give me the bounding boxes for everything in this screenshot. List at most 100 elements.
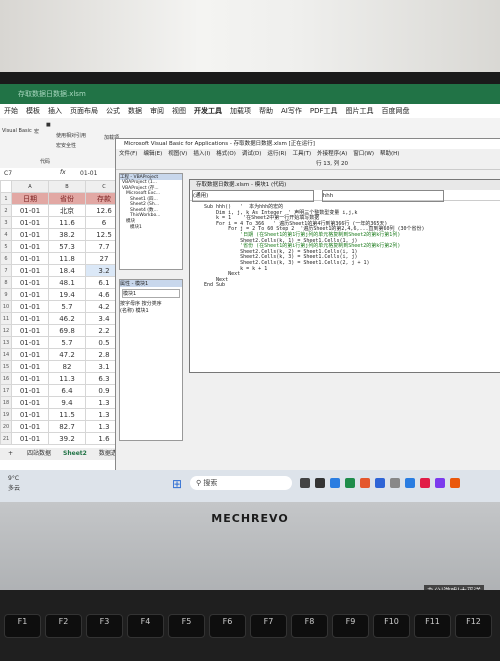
ribbon-tab-10[interactable]: 帮助 xyxy=(259,104,273,118)
procedure-dropdown[interactable]: hhh xyxy=(321,190,444,202)
data-cell[interactable]: 9.4 xyxy=(48,396,86,409)
data-cell[interactable]: 01-01 xyxy=(11,372,49,385)
key-f3[interactable]: F3 xyxy=(86,614,123,638)
row-number[interactable]: 7 xyxy=(0,264,12,277)
ribbon-tab-5[interactable]: 数据 xyxy=(128,104,142,118)
data-cell[interactable]: 01-01 xyxy=(11,420,49,433)
properties-object-select[interactable]: 模块1 xyxy=(122,289,180,298)
row-number[interactable]: 4 xyxy=(0,228,12,241)
weather-temp[interactable]: 9°C xyxy=(8,475,19,482)
sheet-tab-0[interactable]: 四站数据 xyxy=(27,450,51,457)
row-number[interactable]: 5 xyxy=(0,240,12,253)
macro-button[interactable]: 宏 xyxy=(34,128,39,135)
data-cell[interactable]: 01-01 xyxy=(11,276,49,289)
data-cell[interactable]: 01-01 xyxy=(11,360,49,373)
vbe-menu-item-1[interactable]: 编辑(E) xyxy=(143,151,162,157)
row-number[interactable]: 15 xyxy=(0,360,12,373)
key-f5[interactable]: F5 xyxy=(168,614,205,638)
data-cell[interactable]: 57.3 xyxy=(48,240,86,253)
data-cell[interactable]: 47.2 xyxy=(48,348,86,361)
data-cell[interactable]: 11.5 xyxy=(48,408,86,421)
data-cell[interactable]: 38.2 xyxy=(48,228,86,241)
taskbar-app-icon[interactable] xyxy=(360,478,370,488)
taskbar-app-icon[interactable] xyxy=(315,478,325,488)
taskbar-app-icon[interactable] xyxy=(420,478,430,488)
sheet-tab-1[interactable]: Sheet2 xyxy=(63,450,87,457)
data-cell[interactable]: 01-01 xyxy=(11,300,49,313)
key-f10[interactable]: F10 xyxy=(373,614,410,638)
spreadsheet-grid[interactable]: A B C 1 日期 省份 存款 2 01-01 北京 12.6 3 01-01 11.6 6 4 01-01 3… xyxy=(0,180,125,476)
data-cell[interactable]: 01-01 xyxy=(11,396,49,409)
data-cell[interactable]: 01-01 xyxy=(11,228,49,241)
data-cell[interactable]: 48.1 xyxy=(48,276,86,289)
data-cell[interactable]: 01-01 xyxy=(11,384,49,397)
record-macro-button[interactable]: ■ xyxy=(46,122,51,128)
data-cell[interactable]: 5.7 xyxy=(48,336,86,349)
macro-security-button[interactable]: 宏安全性 xyxy=(56,142,76,149)
ribbon-tab-3[interactable]: 页面布局 xyxy=(70,104,98,118)
row-number[interactable]: 3 xyxy=(0,216,12,229)
key-f2[interactable]: F2 xyxy=(45,614,82,638)
ribbon-tab-4[interactable]: 公式 xyxy=(106,104,120,118)
property-name-row[interactable]: (名称) 模块1 xyxy=(120,307,182,314)
data-cell[interactable]: 69.8 xyxy=(48,324,86,337)
data-cell[interactable]: 01-01 xyxy=(11,324,49,337)
column-header-B[interactable]: B xyxy=(48,180,86,193)
key-f4[interactable]: F4 xyxy=(127,614,164,638)
data-cell[interactable]: 11.8 xyxy=(48,252,86,265)
row-number[interactable]: 17 xyxy=(0,384,12,397)
key-f8[interactable]: F8 xyxy=(291,614,328,638)
column-header-A[interactable]: A xyxy=(11,180,49,193)
ribbon-tab-0[interactable]: 开始 xyxy=(4,104,18,118)
taskbar-app-icon[interactable] xyxy=(405,478,415,488)
vbe-menu-item-2[interactable]: 视图(V) xyxy=(168,151,187,157)
row-number[interactable]: 20 xyxy=(0,420,12,433)
data-cell[interactable]: 01-01 xyxy=(11,288,49,301)
data-cell[interactable]: 北京 xyxy=(48,204,86,217)
data-cell[interactable]: 11.6 xyxy=(48,216,86,229)
data-cell[interactable]: 01-01 xyxy=(11,432,49,445)
start-icon[interactable]: ⊞ xyxy=(172,477,182,491)
taskbar-app-icon[interactable] xyxy=(345,478,355,488)
data-cell[interactable]: 46.2 xyxy=(48,312,86,325)
row-number[interactable]: 8 xyxy=(0,276,12,289)
taskbar-app-icon[interactable] xyxy=(300,478,310,488)
key-f11[interactable]: F11 xyxy=(414,614,451,638)
data-cell[interactable]: 01-01 xyxy=(11,408,49,421)
vbe-menu-item-8[interactable]: 外接程序(A) xyxy=(317,151,347,157)
ribbon-tab-11[interactable]: AI写作 xyxy=(281,104,302,118)
data-cell[interactable]: 01-01 xyxy=(11,336,49,349)
code-editor[interactable]: Sub hhh() ' 本为hhh的宏的 Dim i, j, k As Inte… xyxy=(190,201,500,289)
row-number[interactable]: 14 xyxy=(0,348,12,361)
header-cell[interactable]: 省份 xyxy=(48,192,86,205)
data-cell[interactable]: 39.2 xyxy=(48,432,86,445)
taskbar-search[interactable]: ⚲ 搜索 xyxy=(190,476,292,490)
ribbon-tab-7[interactable]: 视图 xyxy=(172,104,186,118)
taskbar-app-icon[interactable] xyxy=(435,478,445,488)
vbe-menu-item-3[interactable]: 插入(I) xyxy=(193,151,210,157)
key-f9[interactable]: F9 xyxy=(332,614,369,638)
data-cell[interactable]: 5.7 xyxy=(48,300,86,313)
row-number[interactable]: 13 xyxy=(0,336,12,349)
row-number[interactable]: 21 xyxy=(0,432,12,445)
ribbon-tab-9[interactable]: 加载项 xyxy=(230,104,251,118)
key-f6[interactable]: F6 xyxy=(209,614,246,638)
vbe-menu-item-5[interactable]: 调试(D) xyxy=(242,151,262,157)
taskbar-app-icon[interactable] xyxy=(330,478,340,488)
row-number[interactable]: 18 xyxy=(0,396,12,409)
data-cell[interactable]: 82.7 xyxy=(48,420,86,433)
project-tree-item[interactable]: 模块1 xyxy=(120,224,182,230)
object-dropdown[interactable]: (通用) xyxy=(192,190,314,202)
ribbon-tab-13[interactable]: 图片工具 xyxy=(346,104,374,118)
key-f12[interactable]: F12 xyxy=(455,614,492,638)
data-cell[interactable]: 01-01 xyxy=(11,264,49,277)
vbe-menu-item-6[interactable]: 运行(R) xyxy=(267,151,286,157)
name-box[interactable]: C7 xyxy=(4,170,12,177)
ribbon-tab-14[interactable]: 百度网盘 xyxy=(382,104,410,118)
data-cell[interactable]: 01-01 xyxy=(11,312,49,325)
row-number[interactable]: 12 xyxy=(0,324,12,337)
vbe-menu-item-0[interactable]: 文件(F) xyxy=(119,151,137,157)
row-number[interactable]: 1 xyxy=(0,192,12,205)
vbe-menu-item-10[interactable]: 帮助(H) xyxy=(380,151,399,157)
row-number[interactable]: 11 xyxy=(0,312,12,325)
